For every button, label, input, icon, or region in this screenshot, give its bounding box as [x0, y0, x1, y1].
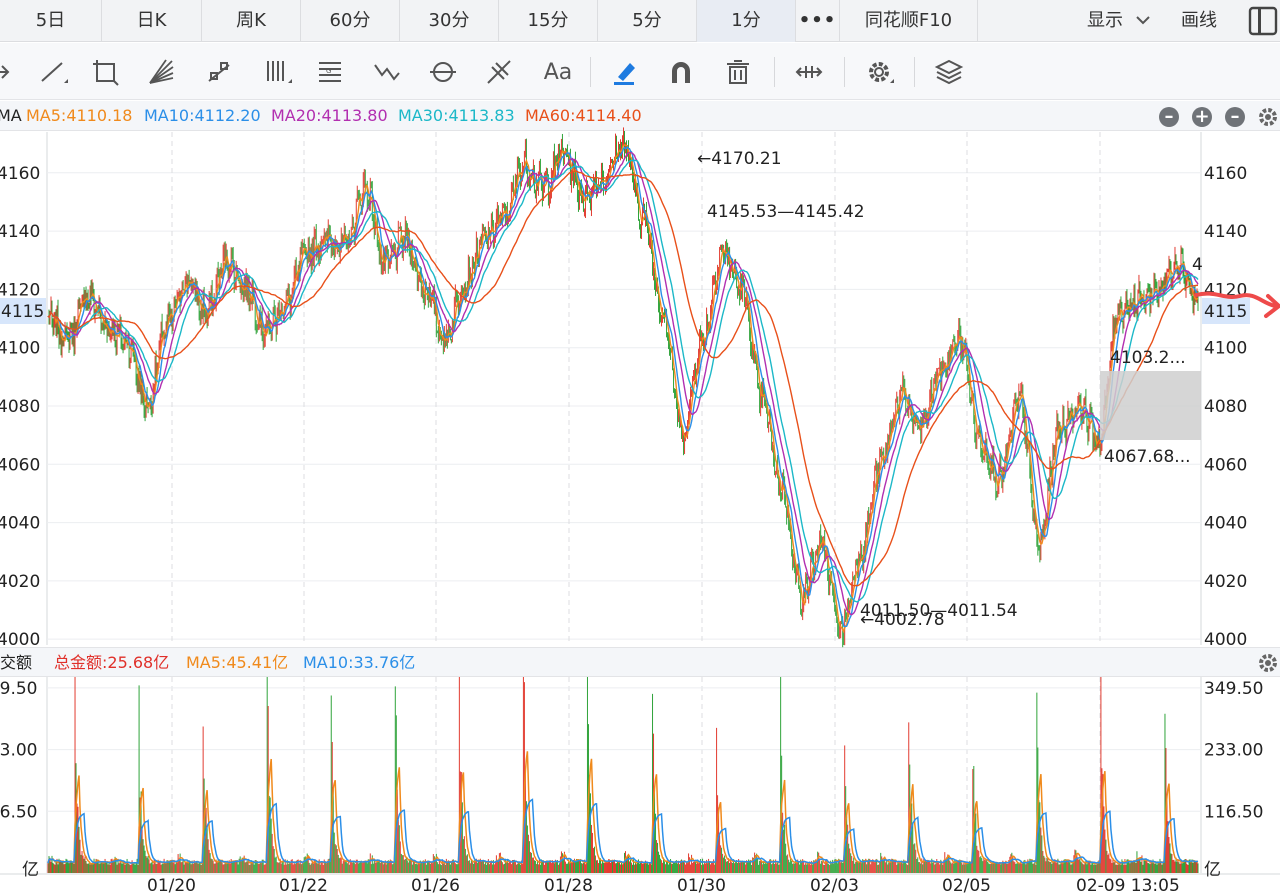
- price-tick-right: 4060: [1204, 455, 1247, 475]
- date-label: 01/26: [411, 876, 460, 893]
- price-tick-right: 4020: [1204, 572, 1247, 592]
- high-annotation: ←4170.21: [697, 149, 782, 169]
- price-tick-right: 4000: [1204, 630, 1247, 650]
- price-tick-left: 4100: [0, 339, 40, 359]
- volume-tick-right: 116.50: [1204, 802, 1263, 822]
- volume-tick-right: 亿: [1204, 860, 1221, 880]
- price-tick-left: 4040: [0, 514, 40, 534]
- volume-tick-left: 亿: [22, 860, 39, 880]
- price-tick-left: 4120: [0, 280, 40, 300]
- left-price-tag: 4115: [1, 302, 44, 322]
- price-tick-left: 4080: [0, 397, 40, 417]
- price-tick-left: 4000: [0, 630, 40, 650]
- volume-ma10-line: [47, 798, 1199, 865]
- box-bottom-annotation: 4067.68...: [1104, 447, 1191, 467]
- date-label: 01/30: [677, 876, 726, 893]
- price-tick-left: 4140: [0, 222, 40, 242]
- volume-tick-left: 349.50: [0, 679, 37, 699]
- price-tick-right: 4100: [1204, 339, 1247, 359]
- gap-top-annotation: 4145.53—4145.42: [707, 202, 865, 222]
- right-partial-annotation: 4: [1192, 255, 1203, 275]
- chart-grid: [0, 132, 1280, 875]
- price-tick-right: 4140: [1204, 222, 1247, 242]
- ma20-line: [47, 151, 1199, 616]
- right-price-tag: 4115: [1204, 302, 1247, 322]
- price-tick-left: 4020: [0, 572, 40, 592]
- box-top-annotation: 4103.2...: [1110, 348, 1186, 368]
- volume-tick-left: 233.00: [0, 741, 37, 761]
- ma5-line: [47, 144, 1199, 634]
- date-label: 01/20: [147, 876, 196, 893]
- price-tick-right: 4040: [1204, 514, 1247, 534]
- volume-tick-left: 116.50: [0, 802, 37, 822]
- volume-ma5-line: [47, 751, 1199, 865]
- price-lines: [47, 127, 1199, 648]
- volume-bars: [47, 677, 1199, 873]
- price-tick-right: 4160: [1204, 164, 1247, 184]
- kline-chart[interactable]: 4160 41604140 41404120 41204100 41004080 4080…: [0, 0, 1280, 893]
- price-tick-left: 4160: [0, 164, 40, 184]
- date-label: 01/22: [279, 876, 328, 893]
- price-tick-right: 4080: [1204, 397, 1247, 417]
- volume-tick-right: 233.00: [1204, 741, 1263, 761]
- date-label: 01/28: [544, 876, 593, 893]
- low-annotation: ←4002.78: [860, 610, 945, 630]
- price-tick-left: 4060: [0, 455, 40, 475]
- ma10-line: [47, 146, 1199, 628]
- date-label: 02/03: [810, 876, 859, 893]
- ma60-line: [47, 170, 1199, 587]
- date-label: 02-09 13:05: [1076, 876, 1180, 893]
- range-box[interactable]: [1100, 371, 1201, 440]
- volume-tick-right: 349.50: [1204, 679, 1263, 699]
- ma30-line: [47, 159, 1199, 603]
- date-label: 02/05: [942, 876, 991, 893]
